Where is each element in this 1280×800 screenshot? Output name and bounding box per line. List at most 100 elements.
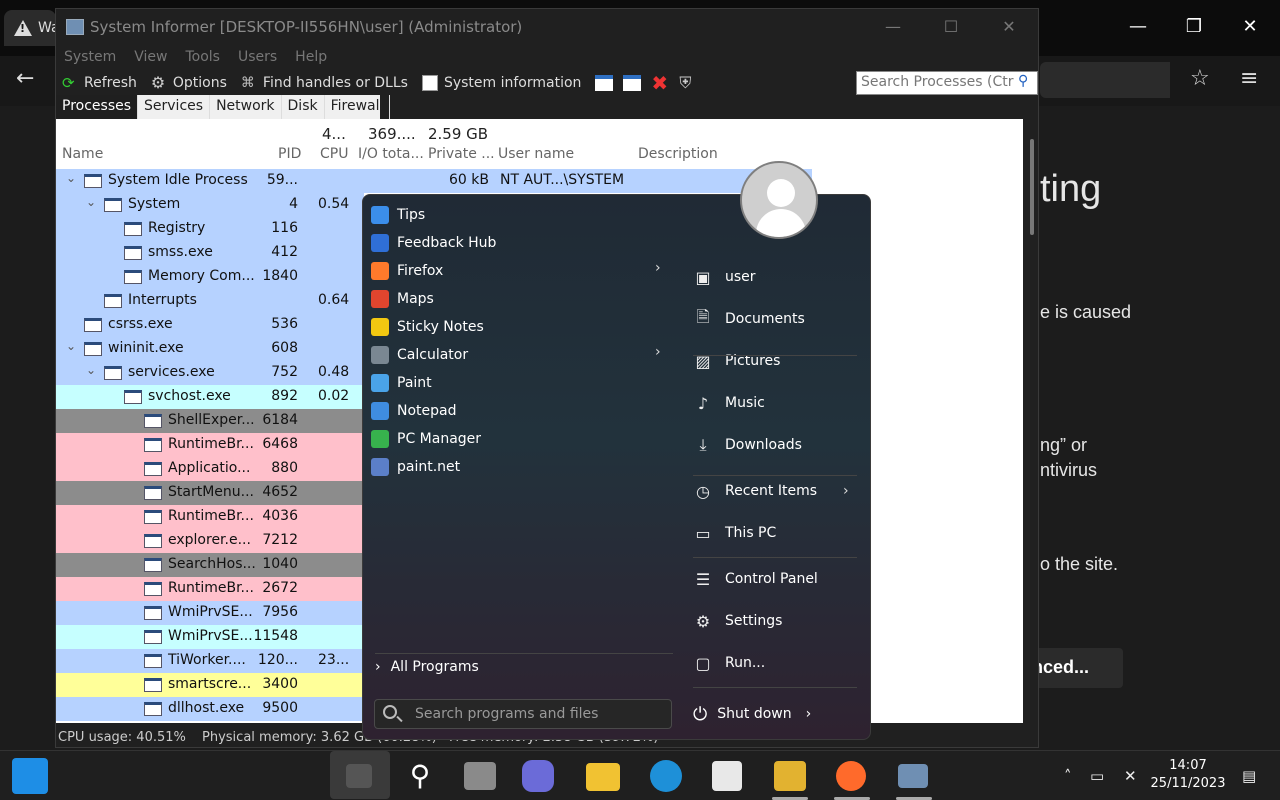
firefox-icon[interactable] xyxy=(836,761,866,791)
program-item[interactable]: Firefox › xyxy=(371,257,671,285)
menu-help[interactable]: Help xyxy=(295,49,327,65)
search-processes-input[interactable]: Search Processes (Ctr xyxy=(856,71,1038,95)
process-row[interactable]: ⌄ System 4 0.54 xyxy=(56,193,364,217)
shutdown-button[interactable]: ⏻ Shut down › xyxy=(693,699,811,729)
refresh-button[interactable]: ⟳ Refresh xyxy=(62,75,137,91)
browser-menu-icon[interactable]: ≡ xyxy=(1240,66,1258,91)
process-row[interactable]: ⌄ services.exe 752 0.48 xyxy=(56,361,364,385)
column-description[interactable]: Description xyxy=(638,146,718,162)
column-pid[interactable]: PID xyxy=(278,146,301,162)
process-row[interactable]: StartMenu... 4652 xyxy=(56,481,364,505)
column-user[interactable]: User name xyxy=(498,146,574,162)
store-icon[interactable] xyxy=(712,761,742,791)
program-item[interactable]: paint.net xyxy=(371,453,671,481)
shield-icon[interactable]: ⛨ xyxy=(679,75,695,91)
process-row[interactable]: ⌄ wininit.exe 608 xyxy=(56,337,364,361)
process-row[interactable]: TiWorker.... 120... 23... xyxy=(56,649,364,673)
tab-processes[interactable]: Processes xyxy=(56,95,139,119)
app-icon[interactable] xyxy=(774,761,806,791)
program-item[interactable]: Maps xyxy=(371,285,671,313)
process-row[interactable]: ShellExper... 6184 xyxy=(56,409,364,433)
clock[interactable]: 14:07 25/11/2023 xyxy=(1150,757,1226,793)
place-item[interactable]: ▨ Pictures xyxy=(693,346,863,376)
program-item[interactable]: Feedback Hub xyxy=(371,229,671,257)
find-handles-button[interactable]: ⌘ Find handles or DLLs xyxy=(241,75,408,91)
program-item[interactable]: Paint xyxy=(371,369,671,397)
task-view-icon[interactable] xyxy=(464,762,496,790)
widgets-icon[interactable] xyxy=(12,758,48,794)
process-row[interactable]: WmiPrvSE... 7956 xyxy=(56,601,364,625)
process-row[interactable]: dllhost.exe 9500 xyxy=(56,697,364,721)
start-search-input[interactable]: Search programs and files xyxy=(374,699,672,729)
chevron-up-icon[interactable]: ˄ xyxy=(1064,767,1072,785)
process-row[interactable]: Memory Com... 1840 xyxy=(56,265,364,289)
menu-users[interactable]: Users xyxy=(238,49,277,65)
system-informer-taskbar-icon[interactable] xyxy=(898,764,928,788)
minimize-button[interactable]: — xyxy=(864,9,922,45)
window-icon[interactable] xyxy=(595,75,614,91)
column-name[interactable]: Name xyxy=(62,146,103,162)
program-item[interactable]: PC Manager xyxy=(371,425,671,453)
browser-restore-button[interactable]: ❐ xyxy=(1174,12,1214,42)
place-item[interactable]: ▢ Run... xyxy=(693,648,863,678)
expand-toggle-icon[interactable]: ⌄ xyxy=(66,171,76,185)
browser-tab[interactable]: Wa xyxy=(4,10,60,46)
place-item[interactable]: ⚙ Settings xyxy=(693,606,863,636)
place-item[interactable]: ♪ Music xyxy=(693,388,863,418)
process-row[interactable]: RuntimeBr... 2672 xyxy=(56,577,364,601)
process-row[interactable]: svchost.exe 892 0.02 xyxy=(56,385,364,409)
program-item[interactable]: Calculator › xyxy=(371,341,671,369)
close-button[interactable]: ✕ xyxy=(980,9,1038,45)
chevron-right-icon[interactable]: › xyxy=(655,344,661,360)
tab-network[interactable]: Network xyxy=(210,95,282,119)
tab-disk[interactable]: Disk xyxy=(282,95,325,119)
process-row[interactable]: SearchHos... 1040 xyxy=(56,553,364,577)
column-cpu[interactable]: CPU xyxy=(320,146,348,162)
process-row[interactable]: smartscre... 3400 xyxy=(56,673,364,697)
search-icon[interactable]: ⚲ xyxy=(402,758,438,794)
process-row[interactable]: Interrupts 0.64 xyxy=(56,289,364,313)
place-item[interactable]: ▭ This PC xyxy=(693,518,863,548)
menu-view[interactable]: View xyxy=(134,49,167,65)
options-button[interactable]: ⚙ Options xyxy=(151,75,227,92)
program-item[interactable]: Sticky Notes xyxy=(371,313,671,341)
edge-icon[interactable] xyxy=(650,760,682,792)
all-programs-button[interactable]: › All Programs xyxy=(375,659,479,675)
place-item[interactable]: ◷ Recent Items › xyxy=(693,476,863,506)
place-item[interactable]: ⤓ Downloads xyxy=(693,430,863,460)
browser-minimize-button[interactable]: — xyxy=(1118,12,1158,42)
column-private[interactable]: Private ... xyxy=(428,146,495,162)
column-io[interactable]: I/O tota... xyxy=(358,146,424,162)
window-arrow-icon[interactable] xyxy=(623,75,642,91)
process-row[interactable]: smss.exe 412 xyxy=(56,241,364,265)
back-arrow-icon[interactable]: ← xyxy=(16,66,34,91)
tab-services[interactable]: Services xyxy=(138,95,211,119)
program-item[interactable]: Notepad xyxy=(371,397,671,425)
tab-firewall[interactable]: Firewall xyxy=(325,95,391,119)
network-icon[interactable]: ▭ xyxy=(1090,767,1104,785)
process-row[interactable]: RuntimeBr... 4036 xyxy=(56,505,364,529)
browser-close-button[interactable]: ✕ xyxy=(1230,12,1270,42)
process-row[interactable]: Applicatio... 880 xyxy=(56,457,364,481)
place-item[interactable]: ▣ user xyxy=(693,262,863,292)
chevron-right-icon[interactable]: › xyxy=(806,706,812,722)
volume-muted-icon[interactable]: ✕ xyxy=(1124,767,1137,785)
process-row[interactable]: RuntimeBr... 6468 xyxy=(56,433,364,457)
menu-tools[interactable]: Tools xyxy=(185,49,220,65)
terminate-icon[interactable]: ✖ xyxy=(651,73,668,93)
avatar[interactable] xyxy=(740,161,818,239)
system-information-button[interactable]: System information xyxy=(421,75,581,91)
chevron-right-icon[interactable]: › xyxy=(843,483,849,499)
address-bar[interactable] xyxy=(1040,62,1170,98)
scrollbar[interactable] xyxy=(1030,139,1034,235)
file-explorer-icon[interactable] xyxy=(586,763,620,791)
place-item[interactable]: ☰ Control Panel xyxy=(693,564,863,594)
place-item[interactable]: 🗎 Documents xyxy=(693,304,863,334)
process-row[interactable]: explorer.e... 7212 xyxy=(56,529,364,553)
process-row[interactable]: ⌄ System Idle Process 59... xyxy=(56,169,364,193)
program-item[interactable]: Tips xyxy=(371,201,671,229)
expand-toggle-icon[interactable]: ⌄ xyxy=(86,195,96,209)
menu-system[interactable]: System xyxy=(64,49,116,65)
bookmark-star-icon[interactable]: ☆ xyxy=(1190,66,1210,91)
chevron-right-icon[interactable]: › xyxy=(655,260,661,276)
